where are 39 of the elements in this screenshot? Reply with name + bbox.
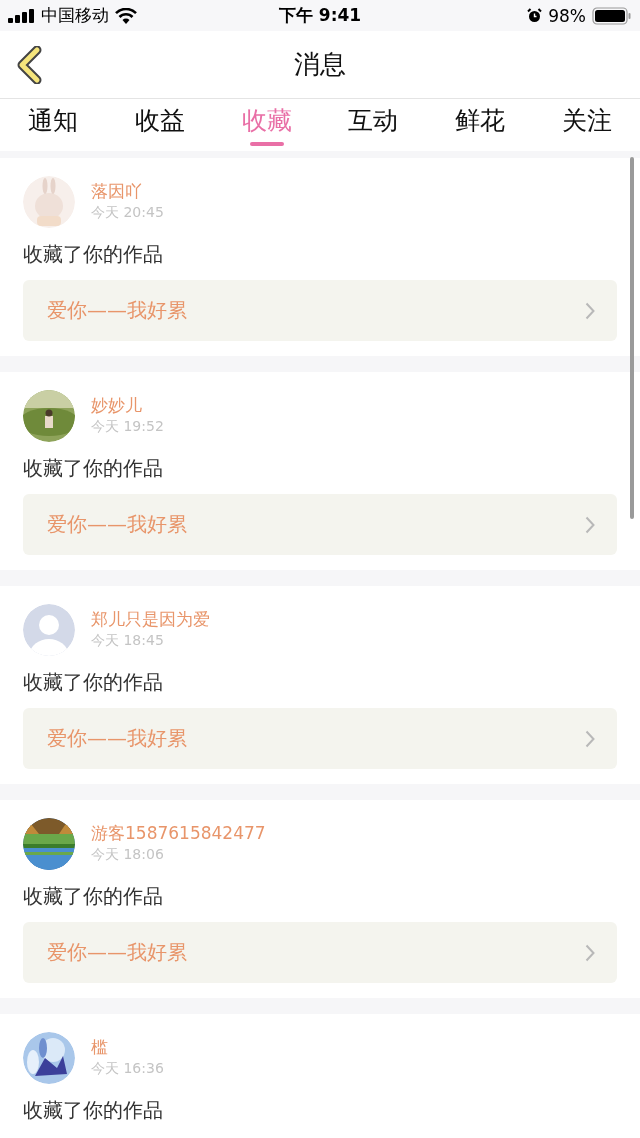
tab[interactable]: 通知 [0,99,107,151]
message-time: 今天 18:45 [91,631,165,650]
message-text: 收藏了你的作品 [23,669,164,696]
chevron-right-icon [585,729,595,748]
signal-icon [8,8,35,23]
alarm-icon [527,8,543,23]
tab[interactable]: 鲜花 [426,99,534,151]
user-name[interactable]: 槛 [91,1036,164,1058]
tab[interactable]: 收益 [106,99,214,151]
carrier-name: 中国移动 [41,4,109,27]
clock-time: 下午 9:41 [278,4,362,27]
wifi-icon [115,7,137,24]
chevron-right-icon [585,515,595,534]
chevron-right-icon [585,301,595,320]
work-link[interactable]: 爱你——我好累 [23,922,617,983]
message-time: 今天 20:45 [91,203,164,222]
user-name[interactable]: 郑儿只是因为爱 [91,608,210,630]
user-name[interactable]: 游客1587615842477 [91,822,266,844]
work-link[interactable]: 爱你——我好累 [23,280,617,341]
work-link[interactable]: 爱你——我好累 [23,494,617,555]
tab[interactable]: 互动 [320,99,427,151]
work-link[interactable]: 爱你——我好累 [23,708,617,769]
tab[interactable]: 关注 [533,99,640,151]
message-time: 今天 19:52 [91,417,164,436]
message-text: 收藏了你的作品 [23,241,164,268]
battery-percent: 98% [548,5,586,26]
battery-icon [592,6,632,25]
tab[interactable]: 收藏 [213,99,320,151]
page-title: 消息 [294,48,346,81]
avatar [23,176,75,228]
message-text: 收藏了你的作品 [23,455,164,482]
message-text: 收藏了你的作品 [23,1097,164,1124]
message-time: 今天 18:06 [91,845,165,864]
message-text: 收藏了你的作品 [23,883,164,910]
user-name[interactable]: 妙妙儿 [91,394,164,416]
chevron-right-icon [585,943,595,962]
avatar [23,604,75,656]
message-time: 今天 16:36 [91,1059,164,1078]
user-name[interactable]: 落因吖 [91,180,164,202]
